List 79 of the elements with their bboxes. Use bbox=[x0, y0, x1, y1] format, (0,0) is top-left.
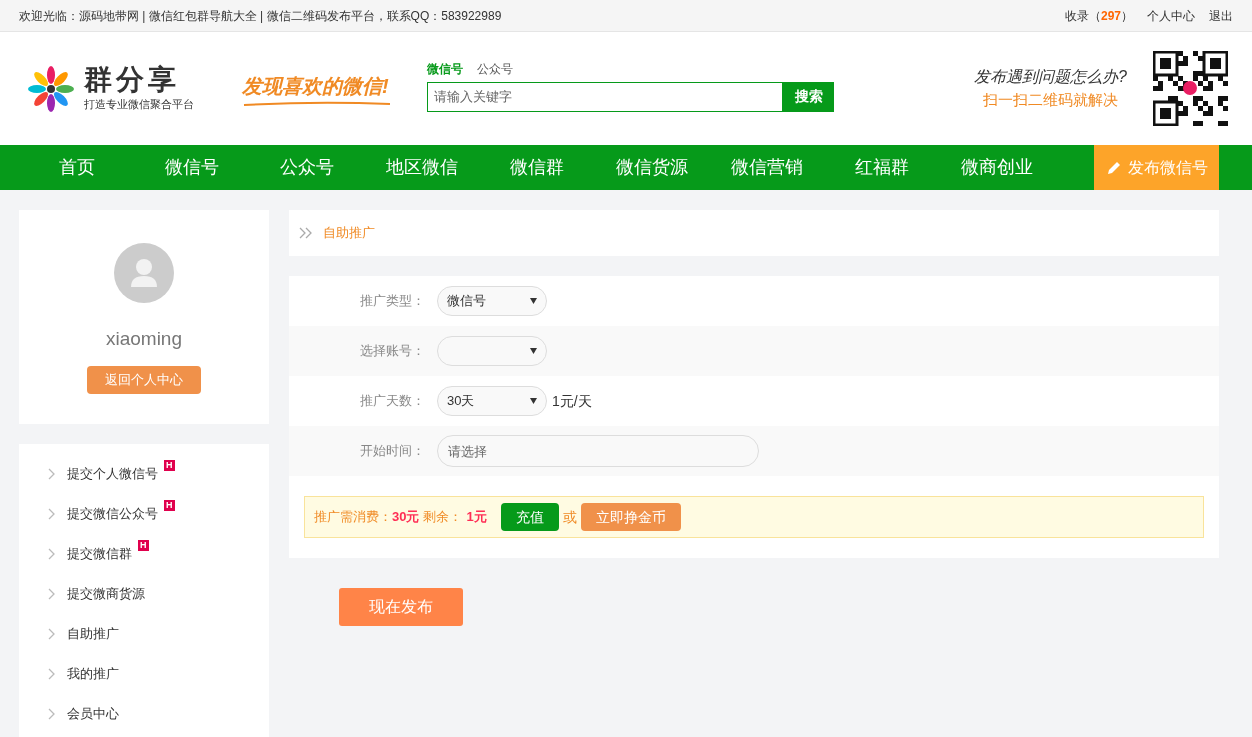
sidebar-item[interactable]: 会员中心 bbox=[48, 694, 269, 734]
nav-item[interactable]: 微信群 bbox=[479, 154, 594, 181]
back-button[interactable]: 返回个人中心 bbox=[87, 365, 201, 394]
select-field[interactable] bbox=[437, 336, 547, 366]
pencil-icon bbox=[1105, 159, 1122, 176]
slogan: 发现喜欢的微信! bbox=[242, 73, 390, 99]
search-tab[interactable]: 微信号 bbox=[427, 59, 463, 78]
caret-down-icon bbox=[530, 348, 537, 354]
field-label: 开始时间： bbox=[359, 442, 426, 461]
publish-button[interactable]: 发布微信号 bbox=[1094, 145, 1219, 190]
chevron-right-icon bbox=[48, 468, 55, 480]
search-tab[interactable]: 公众号 bbox=[477, 59, 513, 78]
help-question: 发布遇到问题怎么办? bbox=[974, 67, 1127, 88]
collect-count: 297 bbox=[1100, 7, 1121, 25]
sidebar-item[interactable]: 自助推广 bbox=[48, 614, 269, 654]
sidebar-item-label: 提交微信群 bbox=[67, 545, 132, 564]
sidebar-item-label: 提交微信公众号 bbox=[67, 505, 158, 524]
logo-subtitle: 打造专业微信聚合平台 bbox=[84, 97, 194, 113]
price-note: 1元/天 bbox=[552, 391, 592, 411]
sidebar-item-label: 提交微商货源 bbox=[67, 585, 145, 604]
field-label: 推广天数： bbox=[359, 392, 426, 411]
field-label: 推广类型： bbox=[359, 292, 426, 311]
qr-code-icon bbox=[1153, 51, 1228, 126]
sidebar-item[interactable]: 提交个人微信号 H bbox=[48, 454, 269, 494]
select-value: 微信号 bbox=[447, 292, 486, 311]
sidebar-item-label: 我的推广 bbox=[67, 665, 119, 684]
avatar-icon bbox=[114, 243, 174, 303]
cost-value: 30元 bbox=[392, 508, 420, 527]
breadcrumb: 自助推广 bbox=[323, 224, 375, 243]
sidebar-item-label: 会员中心 bbox=[67, 705, 119, 724]
nav-item[interactable]: 微信货源 bbox=[594, 154, 709, 181]
nav-item[interactable]: 红福群 bbox=[824, 154, 939, 181]
sidebar-item[interactable]: 提交微商货源 bbox=[48, 574, 269, 614]
chevron-right-icon bbox=[48, 508, 55, 520]
remain-label: 剩余： bbox=[423, 508, 463, 527]
chevron-right-icon bbox=[48, 668, 55, 680]
swoosh-icon bbox=[242, 100, 392, 107]
earn-coins-button[interactable]: 立即挣金币 bbox=[580, 503, 681, 531]
select-value: 30天 bbox=[447, 392, 475, 411]
caret-down-icon bbox=[530, 298, 537, 304]
hot-badge: H bbox=[164, 460, 175, 472]
sidebar-item-label: 自助推广 bbox=[67, 625, 119, 644]
select-field[interactable]: 30天 bbox=[437, 386, 547, 416]
nav-item[interactable]: 首页 bbox=[19, 154, 134, 181]
nav-item[interactable]: 公众号 bbox=[249, 154, 364, 181]
chevron-right-icon bbox=[48, 588, 55, 600]
double-chevron-icon bbox=[299, 227, 313, 239]
nav-item[interactable]: 地区微信 bbox=[364, 154, 479, 181]
sidebar-item[interactable]: 提交微信公众号 H bbox=[48, 494, 269, 534]
chevron-right-icon bbox=[48, 708, 55, 720]
nav-item[interactable]: 微信号 bbox=[134, 154, 249, 181]
sidebar-item[interactable]: 提交微信群 H bbox=[48, 534, 269, 574]
hot-badge: H bbox=[138, 540, 149, 552]
remain-value: 1元 bbox=[466, 508, 487, 527]
cost-label: 推广需消费： bbox=[314, 508, 392, 527]
chevron-right-icon bbox=[48, 628, 55, 640]
username: xiaoming bbox=[105, 327, 182, 351]
sidebar-item-label: 提交个人微信号 bbox=[67, 465, 158, 484]
caret-down-icon bbox=[530, 398, 537, 404]
welcome-text: 欢迎光临：源码地带网 | 微信红包群导航大全 | 微信二维码发布平台，联系QQ：583922989 bbox=[19, 7, 502, 25]
nav-item[interactable]: 微商创业 bbox=[939, 154, 1054, 181]
search-button[interactable]: 搜索 bbox=[783, 81, 834, 112]
help-answer: 扫一扫二维码就解决 bbox=[983, 90, 1119, 111]
sidebar-item[interactable]: 我的推广 bbox=[48, 654, 269, 694]
collect-label: 收录（ bbox=[1064, 7, 1101, 25]
collect-label: ） bbox=[1121, 7, 1133, 25]
hot-badge: H bbox=[164, 500, 175, 512]
select-field[interactable]: 微信号 bbox=[437, 286, 547, 316]
or-text: 或 bbox=[562, 507, 577, 527]
date-field[interactable]: 请选择 bbox=[437, 435, 759, 467]
submit-button[interactable]: 现在发布 bbox=[339, 588, 463, 626]
recharge-button[interactable]: 充值 bbox=[500, 503, 559, 531]
field-label: 选择账号： bbox=[359, 342, 426, 361]
top-link[interactable]: 个人中心 bbox=[1147, 6, 1195, 25]
top-link[interactable]: 退出 bbox=[1209, 6, 1233, 25]
nav-item[interactable]: 微信营销 bbox=[709, 154, 824, 181]
logo-title: 群分享 bbox=[84, 64, 181, 97]
search-field[interactable]: 请输入关键字 bbox=[427, 81, 783, 112]
chevron-right-icon bbox=[48, 548, 55, 560]
